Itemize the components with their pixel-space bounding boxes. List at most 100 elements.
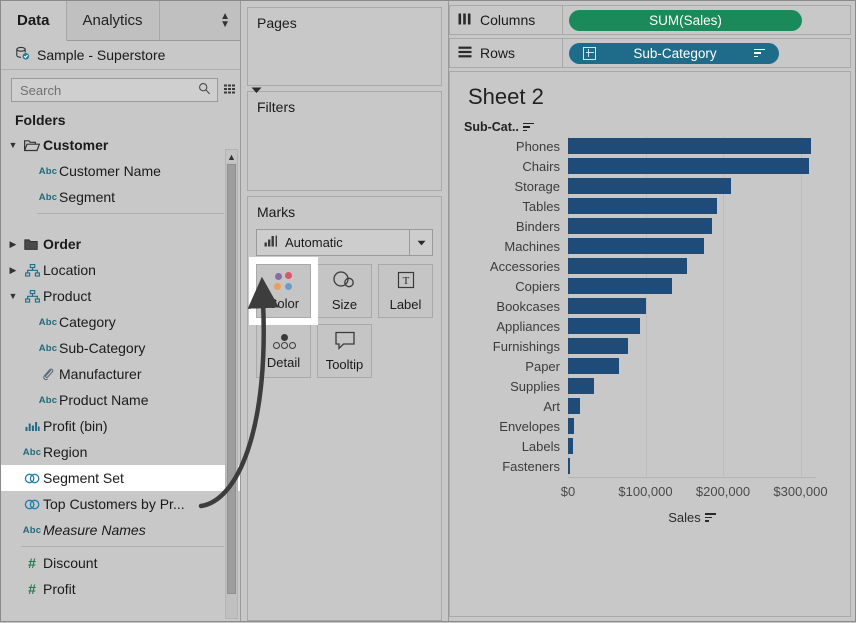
tab-overflow[interactable]: ▲ ▼ bbox=[159, 1, 240, 40]
chevron-right-icon[interactable]: ▶ bbox=[5, 239, 21, 250]
bar-track bbox=[568, 336, 816, 356]
bar-row[interactable]: Appliances bbox=[450, 316, 816, 336]
pill-sub-category[interactable]: Sub-Category bbox=[569, 42, 779, 64]
bar-mark[interactable] bbox=[568, 398, 580, 414]
bar-row[interactable]: Supplies bbox=[450, 376, 816, 396]
chevron-down-icon[interactable]: ▼ bbox=[5, 291, 21, 301]
pages-card[interactable]: Pages bbox=[247, 7, 442, 86]
tree-item-segment-set[interactable]: Segment Set bbox=[1, 465, 240, 491]
bar-row[interactable]: Paper bbox=[450, 356, 816, 376]
tab-analytics[interactable]: Analytics bbox=[66, 1, 160, 40]
bar-mark[interactable] bbox=[568, 258, 688, 274]
tree-item-location[interactable]: ▶ Location bbox=[1, 257, 240, 283]
bar-row[interactable]: Fasteners bbox=[450, 456, 816, 476]
datasource-row[interactable]: Sample - Superstore bbox=[1, 41, 240, 70]
bar-category-label: Art bbox=[543, 398, 560, 414]
tree-item-customer-name[interactable]: Abc Customer Name bbox=[1, 158, 240, 184]
bar-mark[interactable] bbox=[568, 278, 672, 294]
tree-item-manufacturer[interactable]: Manufacturer bbox=[1, 361, 240, 387]
tree-item-profit[interactable]: # Profit bbox=[1, 576, 240, 602]
row-field-header[interactable]: Sub-Cat.. bbox=[464, 120, 534, 134]
marks-tooltip-button[interactable]: Tooltip bbox=[317, 324, 372, 378]
tree-item-segment[interactable]: Abc Segment bbox=[1, 184, 240, 210]
chevron-up-icon[interactable]: ▲ bbox=[226, 150, 237, 163]
columns-shelf[interactable]: Columns SUM(Sales) bbox=[449, 5, 851, 35]
chevron-down-icon[interactable] bbox=[251, 79, 262, 101]
bar-mark[interactable] bbox=[568, 438, 574, 454]
tree-item-product[interactable]: ▼ Product bbox=[1, 283, 240, 309]
bar-mark[interactable] bbox=[568, 138, 811, 154]
bar-category-label: Bookcases bbox=[496, 298, 560, 314]
sort-descending-icon[interactable] bbox=[704, 513, 716, 522]
bar-track bbox=[568, 416, 816, 436]
marks-label-button[interactable]: T Label bbox=[378, 264, 433, 318]
updown-chevrons-icon[interactable]: ▲ ▼ bbox=[220, 11, 230, 29]
tab-data[interactable]: Data bbox=[1, 1, 67, 41]
tree-item-discount[interactable]: # Discount bbox=[1, 550, 240, 576]
filters-card[interactable]: Filters bbox=[247, 91, 442, 191]
tree-item-product-name[interactable]: Abc Product Name bbox=[1, 387, 240, 413]
bar-row[interactable]: Art bbox=[450, 396, 816, 416]
tree-item-order[interactable]: ▶ Order bbox=[1, 231, 240, 257]
chevron-down-icon[interactable] bbox=[409, 230, 432, 255]
tree-item-category[interactable]: Abc Category bbox=[1, 309, 240, 335]
bar-row[interactable]: Accessories bbox=[450, 256, 816, 276]
marks-size-button[interactable]: Size bbox=[317, 264, 372, 318]
sort-descending-icon[interactable] bbox=[754, 48, 765, 58]
tree-item-profit-bin[interactable]: Profit (bin) bbox=[1, 413, 240, 439]
columns-drop-zone[interactable]: SUM(Sales) bbox=[563, 6, 850, 34]
bar-mark[interactable] bbox=[568, 158, 810, 174]
bar-mark[interactable] bbox=[568, 298, 646, 314]
bar-mark[interactable] bbox=[568, 338, 628, 354]
scrollbar-thumb[interactable] bbox=[227, 164, 236, 594]
search-box[interactable] bbox=[11, 78, 218, 102]
bar-mark[interactable] bbox=[568, 418, 575, 434]
bar-mark[interactable] bbox=[568, 218, 713, 234]
mark-type-dropdown[interactable]: Automatic bbox=[256, 229, 433, 256]
bar-track bbox=[568, 236, 816, 256]
chevron-right-icon[interactable]: ▶ bbox=[5, 265, 21, 276]
bar-mark[interactable] bbox=[568, 378, 595, 394]
bar-row[interactable]: Binders bbox=[450, 216, 816, 236]
rows-drop-zone[interactable]: Sub-Category bbox=[563, 39, 850, 67]
tree-item-top-customers[interactable]: Top Customers by Pr... bbox=[1, 491, 240, 517]
mark-type-value: Automatic bbox=[285, 235, 343, 250]
chevron-down-icon[interactable]: ▼ bbox=[5, 140, 21, 150]
bar-row[interactable]: Tables bbox=[450, 196, 816, 216]
data-pane-scrollbar[interactable]: ▲ bbox=[225, 149, 238, 619]
tree-item-measure-names[interactable]: Abc Measure Names bbox=[1, 517, 240, 543]
x-axis-title[interactable]: Sales bbox=[568, 510, 816, 525]
tree-item-customer[interactable]: ▼ Customer bbox=[1, 132, 240, 158]
bar-row[interactable]: Labels bbox=[450, 436, 816, 456]
marks-detail-button[interactable]: Detail bbox=[256, 324, 311, 378]
tree-item-sub-category[interactable]: Abc Sub-Category bbox=[1, 335, 240, 361]
bar-row[interactable]: Envelopes bbox=[450, 416, 816, 436]
bar-row[interactable]: Furnishings bbox=[450, 336, 816, 356]
bar-row[interactable]: Chairs bbox=[450, 156, 816, 176]
grid-view-icon[interactable] bbox=[224, 79, 239, 101]
sort-descending-icon[interactable] bbox=[522, 122, 534, 132]
marks-color-button[interactable]: Color bbox=[256, 264, 311, 318]
bar-mark[interactable] bbox=[568, 178, 731, 194]
rows-shelf-label-group: Rows bbox=[450, 39, 563, 67]
bar-row[interactable]: Phones bbox=[450, 136, 816, 156]
bar-mark[interactable] bbox=[568, 238, 705, 254]
rows-shelf[interactable]: Rows Sub-Category bbox=[449, 38, 851, 68]
search-input[interactable] bbox=[18, 81, 198, 99]
pill-sum-sales[interactable]: SUM(Sales) bbox=[569, 9, 802, 31]
search-icon[interactable] bbox=[198, 82, 211, 98]
bar-row[interactable]: Bookcases bbox=[450, 296, 816, 316]
bar-row[interactable]: Storage bbox=[450, 176, 816, 196]
bar-mark[interactable] bbox=[568, 358, 620, 374]
view-canvas[interactable]: Sheet 2 Sub-Cat.. Phones Chairs Storage Tab… bbox=[449, 71, 851, 617]
bar-mark[interactable] bbox=[568, 318, 641, 334]
bar-row[interactable]: Copiers bbox=[450, 276, 816, 296]
tree-item-label: Customer bbox=[43, 137, 109, 153]
bar-mark[interactable] bbox=[568, 458, 571, 474]
tree-item-region[interactable]: Abc Region bbox=[1, 439, 240, 465]
bar-row[interactable]: Machines bbox=[450, 236, 816, 256]
plus-box-icon[interactable] bbox=[583, 46, 596, 60]
bar-category-label: Storage bbox=[514, 178, 560, 194]
bar-mark[interactable] bbox=[568, 198, 717, 214]
tree-item-label: Segment Set bbox=[43, 470, 124, 486]
